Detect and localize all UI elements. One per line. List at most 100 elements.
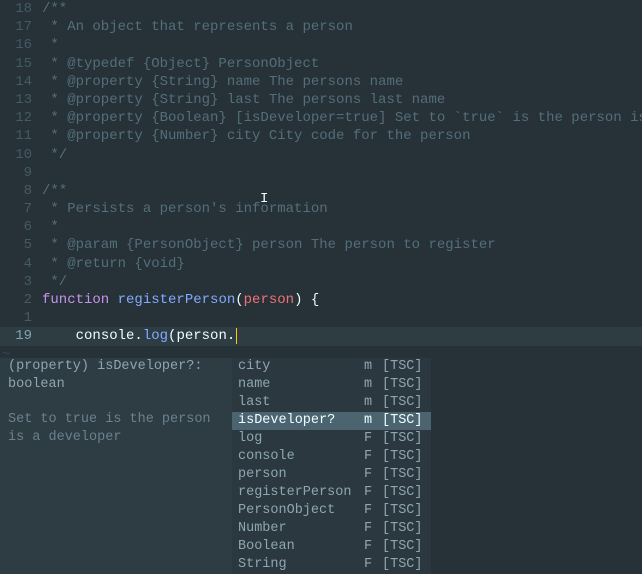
line-number: 7 — [0, 200, 42, 218]
line-number: 5 — [0, 236, 42, 254]
line-number: 10 — [0, 146, 42, 164]
line-number: 18 — [0, 0, 42, 18]
insertion-cursor — [236, 328, 237, 344]
completion-label: isDeveloper? — [238, 412, 364, 430]
completion-item[interactable]: logF[TSC] — [232, 430, 431, 448]
code-content: /** — [42, 182, 642, 200]
code-content: * — [42, 218, 642, 236]
signature-hint: (property) isDeveloper?: boolean Set to … — [0, 358, 232, 574]
completion-item[interactable]: isDeveloper?m[TSC] — [232, 412, 431, 430]
completion-item[interactable]: personF[TSC] — [232, 466, 431, 484]
code-line[interactable]: 10 */ — [0, 146, 642, 164]
code-content: * @property {String} name The persons na… — [42, 73, 642, 91]
hint-doc: is a developer — [8, 429, 224, 447]
code-content: * @property {String} last The persons la… — [42, 91, 642, 109]
completion-source: [TSC] — [382, 376, 423, 394]
line-number: 13 — [0, 91, 42, 109]
code-line[interactable]: 5 * @param {PersonObject} person The per… — [0, 236, 642, 254]
completion-source: [TSC] — [382, 394, 423, 412]
completion-item[interactable]: StringF[TSC] — [232, 556, 431, 574]
code-line[interactable]: 18/** — [0, 0, 642, 18]
completion-label: Number — [238, 520, 364, 538]
code-line[interactable]: 9 — [0, 164, 642, 182]
completion-item[interactable]: citym[TSC] — [232, 358, 431, 376]
line-number: 19 — [0, 327, 42, 345]
completion-kind: F — [364, 502, 382, 520]
code-content: */ — [42, 146, 642, 164]
line-number: 11 — [0, 127, 42, 145]
completion-source: [TSC] — [382, 556, 423, 574]
completion-source: [TSC] — [382, 520, 423, 538]
completion-label: PersonObject — [238, 502, 364, 520]
line-number: 9 — [0, 164, 42, 182]
code-content — [42, 164, 642, 182]
hint-line: (property) isDeveloper?: — [8, 358, 224, 376]
code-line[interactable]: 17 * An object that represents a person — [0, 18, 642, 36]
completion-item[interactable]: PersonObjectF[TSC] — [232, 502, 431, 520]
code-content: function registerPerson(person) { — [42, 291, 642, 309]
code-line[interactable]: 13 * @property {String} last The persons… — [0, 91, 642, 109]
hint-line: boolean — [8, 376, 224, 394]
completion-label: String — [238, 556, 364, 574]
completion-kind: m — [364, 412, 382, 430]
completion-kind: F — [364, 556, 382, 574]
code-line[interactable]: 3 */ — [0, 273, 642, 291]
completion-kind: m — [364, 376, 382, 394]
completion-item[interactable]: lastm[TSC] — [232, 394, 431, 412]
completion-item[interactable]: NumberF[TSC] — [232, 520, 431, 538]
current-line[interactable]: 19 console.log(person. — [0, 327, 642, 345]
completion-kind: F — [364, 430, 382, 448]
code-line[interactable]: 7 * Persists a person's information — [0, 200, 642, 218]
completion-source: [TSC] — [382, 448, 423, 466]
completion-item[interactable]: namem[TSC] — [232, 376, 431, 394]
hint-doc: Set to true is the person — [8, 411, 224, 429]
completion-label: person — [238, 466, 364, 484]
code-line[interactable]: 4 * @return {void} — [0, 255, 642, 273]
completion-label: log — [238, 430, 364, 448]
code-line[interactable]: 8/** — [0, 182, 642, 200]
line-number: 3 — [0, 273, 42, 291]
code-content: * @param {PersonObject} person The perso… — [42, 236, 642, 254]
code-line[interactable]: 1 — [0, 309, 642, 327]
code-line[interactable]: 15 * @typedef {Object} PersonObject — [0, 55, 642, 73]
code-line[interactable]: 12 * @property {Boolean} [isDeveloper=tr… — [0, 109, 642, 127]
line-number: 12 — [0, 109, 42, 127]
completion-kind: m — [364, 358, 382, 376]
code-line[interactable]: 16 * — [0, 36, 642, 54]
completion-label: registerPerson — [238, 484, 364, 502]
code-line[interactable]: 11 * @property {Number} city City code f… — [0, 127, 642, 145]
completion-kind: m — [364, 394, 382, 412]
completion-source: [TSC] — [382, 430, 423, 448]
completion-kind: F — [364, 448, 382, 466]
completion-label: console — [238, 448, 364, 466]
code-content: * An object that represents a person — [42, 18, 642, 36]
code-content: * @typedef {Object} PersonObject — [42, 55, 642, 73]
completion-label: city — [238, 358, 364, 376]
code-line[interactable]: 2function registerPerson(person) { — [0, 291, 642, 309]
code-content: console.log(person. — [42, 327, 642, 345]
code-content: * @property {Boolean} [isDeveloper=true]… — [42, 109, 642, 127]
completion-list[interactable]: citym[TSC]namem[TSC]lastm[TSC]isDevelope… — [232, 358, 431, 574]
completion-source: [TSC] — [382, 358, 423, 376]
completion-label: Boolean — [238, 538, 364, 556]
completion-item[interactable]: BooleanF[TSC] — [232, 538, 431, 556]
completion-item[interactable]: registerPersonF[TSC] — [232, 484, 431, 502]
completion-item[interactable]: consoleF[TSC] — [232, 448, 431, 466]
completion-kind: F — [364, 484, 382, 502]
completion-label: last — [238, 394, 364, 412]
line-number: 8 — [0, 182, 42, 200]
completion-kind: F — [364, 466, 382, 484]
line-number: 16 — [0, 36, 42, 54]
completion-kind: F — [364, 538, 382, 556]
line-number: 14 — [0, 73, 42, 91]
completion-source: [TSC] — [382, 538, 423, 556]
completion-source: [TSC] — [382, 466, 423, 484]
line-number: 17 — [0, 18, 42, 36]
code-line[interactable]: 6 * — [0, 218, 642, 236]
code-content: * @return {void} — [42, 255, 642, 273]
code-line[interactable]: 14 * @property {String} name The persons… — [0, 73, 642, 91]
line-number: 6 — [0, 218, 42, 236]
code-content: /** — [42, 0, 642, 18]
completion-kind: F — [364, 520, 382, 538]
completion-source: [TSC] — [382, 502, 423, 520]
